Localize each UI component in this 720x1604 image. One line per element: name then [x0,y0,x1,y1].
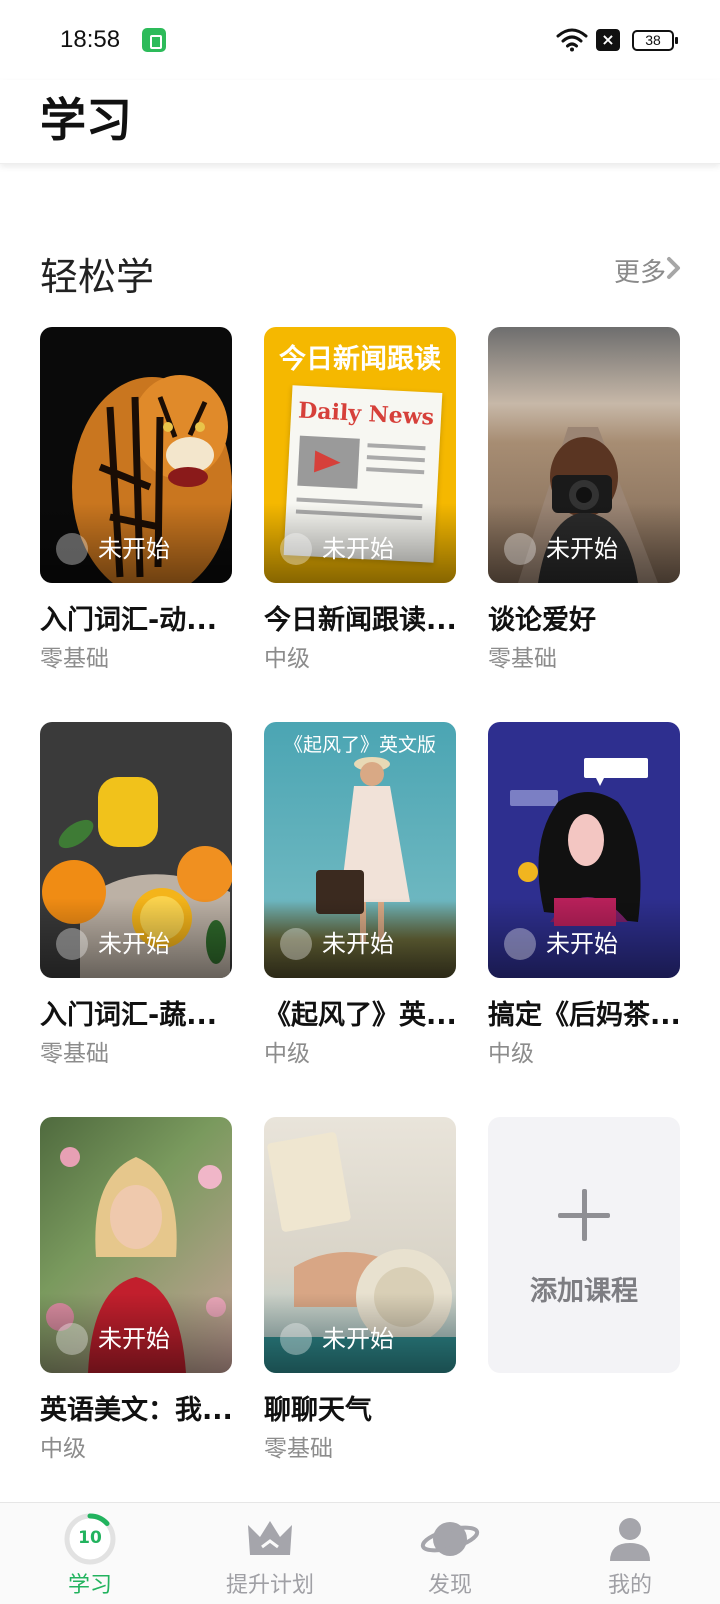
course-cover-tea: 未开始 [488,722,680,978]
page-header: 学习 [0,80,720,164]
nav-item-plan[interactable]: 提升计划 [180,1503,360,1604]
battery-icon: 38 [632,30,678,51]
app-notification-icon [142,28,166,52]
status-circle-icon [56,1323,88,1355]
status-circle-icon [56,533,88,565]
course-level: 中级 [40,1436,86,1462]
course-level: 零基础 [40,646,109,672]
course-title: 入门词汇-蔬... [40,1000,217,1031]
battery-level: 38 [645,32,661,48]
section-title: 轻松学 [40,255,155,299]
course-card[interactable]: 未开始 谈论爱好 零基础 [488,327,680,675]
status-circle-icon [504,928,536,960]
status-circle-icon [280,533,312,565]
status-time: 18:58 [60,26,121,53]
status-circle-icon [504,533,536,565]
add-course-label: 添加课程 [530,1276,638,1307]
course-card[interactable]: 今日新闻跟读 Daily News 未开始 今日新闻跟读... 中级 [264,327,456,675]
course-level: 中级 [264,1041,310,1067]
course-status: 未开始 [546,930,618,958]
course-status: 未开始 [322,535,394,563]
plus-icon [558,1189,610,1241]
course-card[interactable]: 《起风了》英文版 未开始 《起风了》英... 中级 [264,722,456,1070]
more-link[interactable]: 更多 [614,252,666,289]
no-sim-icon: × [596,29,620,51]
course-level: 零基础 [264,1436,333,1462]
course-title: 聊聊天气 [264,1395,372,1426]
course-cover-vegetables: 未开始 [40,722,232,978]
status-bar: 18:58 × 38 [0,0,720,80]
course-level: 中级 [488,1041,534,1067]
nav-label: 学习 [67,1573,112,1598]
course-title: 谈论爱好 [488,605,596,636]
nav-label: 提升计划 [225,1573,314,1598]
cover-text: 《起风了》英文版 [283,734,436,756]
planet-icon [420,1522,480,1556]
course-status: 未开始 [98,535,170,563]
course-cover-tiger: 未开始 [40,327,232,583]
course-status: 未开始 [98,1325,170,1353]
course-status: 未开始 [322,1325,394,1353]
course-card[interactable]: 未开始 英语美文：我... 中级 [40,1117,232,1465]
cover-subtext: Daily News [297,397,435,431]
status-circle-icon [280,928,312,960]
nav-label: 发现 [427,1573,472,1598]
course-title: 《起风了》英... [264,1000,456,1031]
wifi-icon [556,28,588,52]
course-cover-weather: 未开始 [264,1117,456,1373]
course-status: 未开始 [546,535,618,563]
course-title: 英语美文：我... [40,1395,232,1426]
nav-label: 我的 [607,1573,652,1598]
course-status: 未开始 [322,930,394,958]
course-card[interactable]: 未开始 搞定《后妈茶... 中级 [488,722,680,1070]
crown-icon [248,1521,292,1555]
bottom-nav: 10 学习 提升计划 发现 我的 [0,1502,720,1604]
course-card[interactable]: 未开始 入门词汇-蔬... 零基础 [40,722,232,1070]
course-cover-hobby: 未开始 [488,327,680,583]
course-card[interactable]: 未开始 入门词汇-动... 零基础 [40,327,232,675]
course-title: 搞定《后妈茶... [488,1000,680,1031]
course-title: 入门词汇-动... [40,605,217,636]
person-icon [610,1518,650,1561]
course-cover-news: 今日新闻跟读 Daily News 未开始 [264,327,456,583]
cover-text: 今日新闻跟读 [279,344,441,375]
course-level: 零基础 [40,1041,109,1067]
status-circle-icon [280,1323,312,1355]
course-card[interactable]: 未开始 聊聊天气 零基础 [264,1117,456,1465]
course-level: 零基础 [488,646,557,672]
chevron-right-icon[interactable] [664,255,684,281]
course-title: 今日新闻跟读... [264,605,456,636]
add-course-button[interactable]: 添加课程 [488,1117,680,1373]
course-status: 未开始 [98,930,170,958]
megaphone-icon [297,435,360,489]
page-title: 学习 [40,93,132,147]
nav-item-me[interactable]: 我的 [540,1503,720,1604]
course-cover-essay: 未开始 [40,1117,232,1373]
nav-item-study[interactable]: 10 学习 [0,1503,180,1604]
progress-count: 10 [78,1528,102,1548]
course-cover-movie: 《起风了》英文版 未开始 [264,722,456,978]
status-circle-icon [56,928,88,960]
course-level: 中级 [264,646,310,672]
nav-item-discover[interactable]: 发现 [360,1503,540,1604]
